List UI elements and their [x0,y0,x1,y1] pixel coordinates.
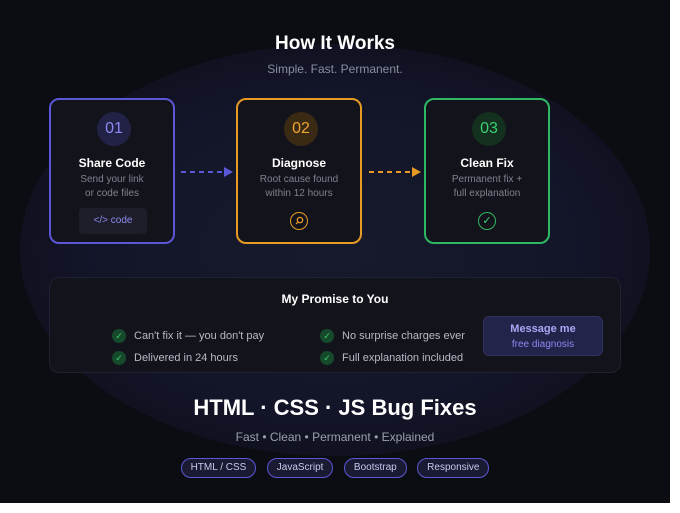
promise-item: ✓ Full explanation included [320,350,463,366]
step-number: 02 [284,112,318,146]
step-title: Clean Fix [460,156,514,170]
promise-item-text: Full explanation included [342,352,464,364]
step-description-line: full explanation [453,188,521,199]
promise-item-text: Can't fix it — you don't pay [134,330,265,342]
step-card-share-code: 01 Share Code Send your link or code fil… [49,98,175,244]
page-title: How It Works [275,33,395,54]
tag-responsive: Responsive [417,458,490,478]
tagline: Fast • Clean • Permanent • Explained [235,430,435,444]
step-description: Root cause found within 12 hours [244,173,354,201]
tag-html-css: HTML / CSS [180,458,257,478]
step-title: Share Code [78,156,146,170]
check-icon: ✓ [320,351,334,365]
step-number: 03 [472,112,506,146]
check-icon: ✓ [112,329,126,343]
promise-item: ✓ No surprise charges ever [320,328,465,344]
arrow-right-icon [369,167,421,177]
search-icon [290,212,308,230]
code-chip: </> code [79,208,147,234]
step-card-clean-fix: 03 Clean Fix Permanent fix + full explan… [424,98,550,244]
promise-item-text: Delivered in 24 hours [134,352,238,364]
headline: HTML · CSS · JS Bug Fixes [193,395,477,420]
step-description-line: Send your link [80,174,144,185]
message-me-button[interactable]: Message me free diagnosis [483,316,603,356]
step-description-line: Permanent fix + [451,174,523,185]
promise-item: ✓ Delivered in 24 hours [112,350,238,366]
step-description: Send your link or code files [57,173,167,201]
check-icon: ✓ [112,351,126,365]
tag-list: HTML / CSS JavaScript Bootstrap Responsi… [0,457,670,478]
step-title: Diagnose [271,156,326,170]
tag-bootstrap: Bootstrap [343,458,407,478]
step-number: 01 [97,112,131,146]
promise-panel: My Promise to You ✓ Can't fix it — you do… [49,277,621,373]
promo-screen: How It Works Simple. Fast. Permanent. 01… [0,0,670,503]
message-me-label: Message me [510,323,576,335]
step-card-diagnose: 02 Diagnose Root cause found within 12 h… [236,98,362,244]
promise-item: ✓ Can't fix it — you don't pay [112,328,264,344]
check-icon: ✓ [320,329,334,343]
promise-item-text: No surprise charges ever [342,330,465,342]
promise-title: My Promise to You [281,292,389,306]
step-description-line: Root cause found [259,174,339,185]
page-subtitle: Simple. Fast. Permanent. [267,62,403,76]
step-description: Permanent fix + full explanation [432,173,542,201]
step-description-line: or code files [85,188,139,199]
free-diagnosis-label: free diagnosis [511,339,575,350]
tag-javascript: JavaScript [266,458,334,478]
step-description-line: within 12 hours [265,188,333,199]
arrow-right-icon [181,167,233,177]
check-icon: ✓ [478,212,496,230]
